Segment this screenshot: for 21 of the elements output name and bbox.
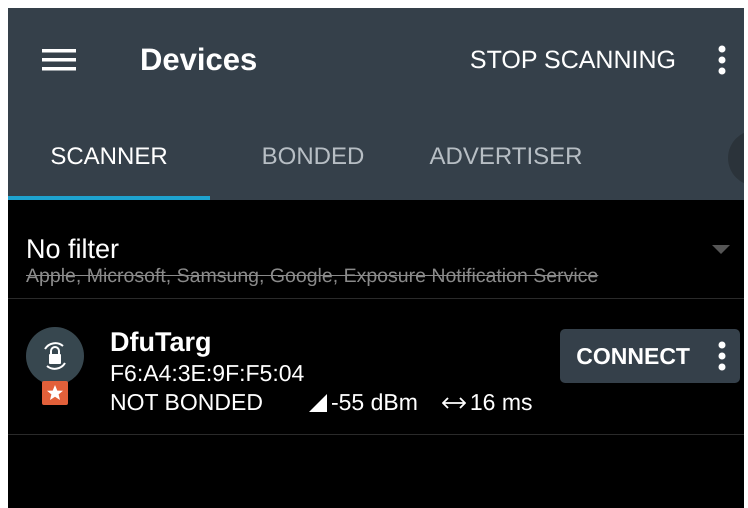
- connect-label[interactable]: CONNECT: [576, 342, 690, 370]
- rssi-value: -55 dBm: [330, 389, 418, 416]
- signal-icon: [308, 394, 327, 412]
- tab[interactable]: ADVERTISER: [416, 112, 596, 200]
- bond-state: NOT BONDED: [110, 389, 263, 416]
- screen-title: Devices: [140, 42, 258, 78]
- filter-description: Apple, Microsoft, Samsung, Google, Exposure Notification Service: [26, 265, 600, 288]
- device-icon: [26, 327, 84, 385]
- stop-scanning-button[interactable]: STOP SCANNING: [470, 46, 676, 74]
- tab[interactable]: SCANNER: [8, 112, 210, 200]
- device-name: DfuTarg: [110, 327, 212, 358]
- connect-button[interactable]: CONNECT: [560, 329, 740, 383]
- more-options-icon[interactable]: [718, 45, 726, 75]
- more-options-icon[interactable]: [718, 341, 726, 371]
- interval-value: 16 ms: [470, 389, 533, 416]
- dropdown-icon[interactable]: [712, 244, 730, 254]
- device-address: F6:A4:3E:9F:F5:04: [110, 360, 306, 387]
- filter-title[interactable]: No filter: [26, 234, 712, 265]
- tab[interactable]: BONDED: [210, 112, 416, 200]
- menu-icon[interactable]: [42, 48, 76, 72]
- interval-icon: [442, 396, 466, 410]
